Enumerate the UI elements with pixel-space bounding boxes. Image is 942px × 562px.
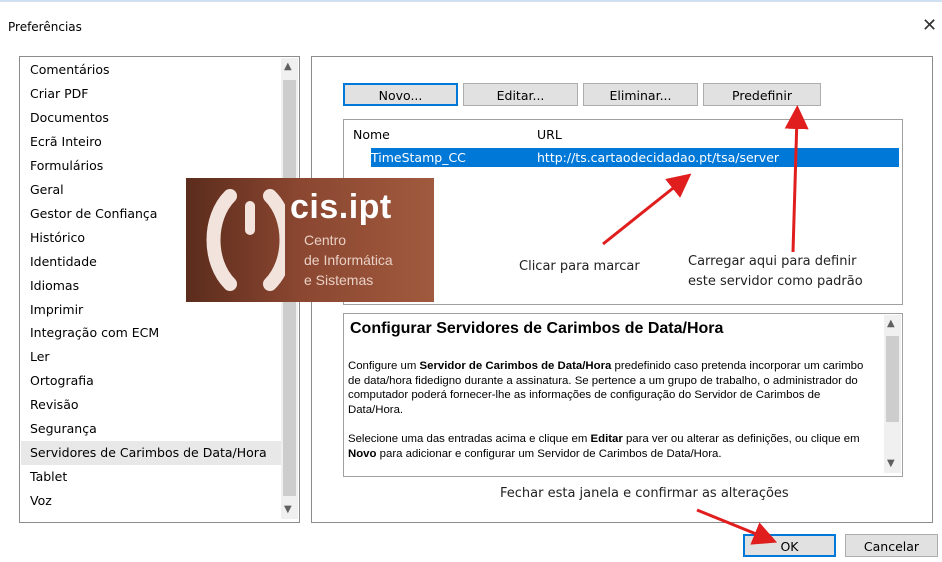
scroll-down-icon[interactable]: ▼ [284,504,292,515]
sidebar-item[interactable]: Integração com ECM [30,325,159,340]
logo-brand: cis.ipt [290,188,392,226]
sidebar-item[interactable]: Voz [30,493,52,508]
sidebar-item[interactable]: Geral [30,182,64,197]
help-paragraph-2: Selecione uma das entradas acima e cliqu… [348,433,860,460]
close-icon[interactable]: ✕ [922,15,937,36]
cancel-button[interactable]: Cancelar [845,534,938,557]
column-header-name[interactable]: Nome [353,127,390,142]
sidebar-item[interactable]: Gestor de Confiança [30,206,157,221]
sidebar-item[interactable]: Histórico [30,230,85,245]
help-scrollbar[interactable]: ▲ ▼ [884,315,901,473]
scroll-up-icon[interactable]: ▲ [887,318,895,329]
scroll-down-icon[interactable]: ▼ [887,458,895,469]
annotation-close-confirm: Fechar esta janela e confirmar as altera… [500,486,789,501]
logo-line-1: Centro [304,232,347,248]
delete-button[interactable]: Eliminar... [583,83,698,106]
sidebar-item[interactable]: Ecrã Inteiro [30,134,102,149]
annotation-click-to-mark: Clicar para marcar [519,259,640,274]
help-box: Configurar Servidores de Carimbos de Dat… [343,313,903,477]
sidebar-item[interactable]: Comentários [30,62,110,77]
new-button[interactable]: Novo... [343,83,458,106]
ok-button[interactable]: OK [743,534,836,557]
scroll-up-icon[interactable]: ▲ [284,61,292,72]
sidebar-item[interactable]: Revisão [30,397,79,412]
window-title: Preferências [8,20,82,34]
annotation-set-default-line2: este servidor como padrão [688,274,863,289]
set-default-button[interactable]: Predefinir [703,83,821,106]
help-paragraph-1: Configure um Servidor de Carimbos de Dat… [348,360,864,416]
server-name-cell: TimeStamp_CC [371,150,466,165]
logo-mark-icon [206,189,285,291]
edit-button[interactable]: Editar... [463,83,578,106]
server-url-cell: http://ts.cartaodecidadao.pt/tsa/server [537,150,780,165]
sidebar-item[interactable]: Tablet [30,469,67,484]
scrollbar-thumb[interactable] [886,336,899,422]
sidebar-item[interactable]: Criar PDF [30,86,88,101]
column-header-url[interactable]: URL [537,127,562,142]
sidebar-item[interactable]: Identidade [30,254,97,269]
table-row[interactable]: TimeStamp_CC http://ts.cartaodecidadao.p… [371,148,899,167]
sidebar-item[interactable]: Imprimir [30,302,83,317]
logo-line-3: e Sistemas [304,272,374,288]
logo-line-2: de Informática [304,252,393,268]
sidebar-item[interactable]: Segurança [30,421,97,436]
sidebar-item[interactable]: Ler [30,349,50,364]
sidebar-item[interactable]: Formulários [30,158,103,173]
help-heading: Configurar Servidores de Carimbos de Dat… [350,320,724,337]
sidebar-item[interactable]: Idiomas [30,278,79,293]
sidebar-item[interactable]: Servidores de Carimbos de Data/Hora [30,445,267,460]
cis-ipt-logo: cis.ipt Centro de Informática e Sistemas [186,178,434,302]
annotation-set-default-line1: Carregar aqui para definir [688,254,857,269]
window-top-border [0,0,942,2]
sidebar-item[interactable]: Ortografia [30,373,94,388]
sidebar-item[interactable]: Documentos [30,110,109,125]
